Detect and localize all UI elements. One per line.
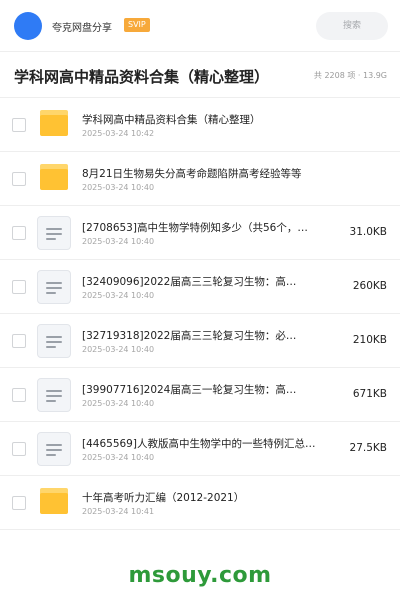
file-date: 2025-03-24 10:40 bbox=[82, 399, 155, 408]
row-checkbox[interactable] bbox=[12, 280, 26, 294]
row-checkbox[interactable] bbox=[12, 118, 26, 132]
row-checkbox[interactable] bbox=[12, 172, 26, 186]
file-name[interactable]: [32409096]2022届高三三轮复习生物：高… bbox=[82, 274, 318, 289]
file-list: 学科网高中精品资料合集（精心整理） 2025-03-24 10:42 8月21日生物… bbox=[0, 98, 400, 530]
file-name[interactable]: [32719318]2022届高三三轮复习生物：必… bbox=[82, 328, 318, 343]
watermark: msouy.com bbox=[128, 563, 272, 588]
file-row[interactable]: 8月21日生物易失分高考命题陷阱高考经验等等 2025-03-24 10:40 bbox=[0, 152, 400, 206]
file-name[interactable]: 学科网高中精品资料合集（精心整理） bbox=[82, 112, 318, 127]
file-date: 2025-03-24 10:40 bbox=[82, 453, 155, 462]
file-row[interactable]: [39907716]2024届高三一轮复习生物：高… 2025-03-24 10:… bbox=[0, 368, 400, 422]
file-row[interactable]: [32409096]2022届高三三轮复习生物：高… 2025-03-24 10:… bbox=[0, 260, 400, 314]
header-bar: 夸克网盘分享 SVIP 搜索 bbox=[0, 0, 400, 52]
file-row[interactable]: [4465569]人教版高中生物学中的一些特例汇总… 2025-03-24 10:… bbox=[0, 422, 400, 476]
row-checkbox[interactable] bbox=[12, 334, 26, 348]
document-icon bbox=[37, 216, 71, 250]
avatar[interactable] bbox=[14, 12, 42, 40]
file-size: 31.0KB bbox=[349, 226, 387, 238]
row-checkbox[interactable] bbox=[12, 226, 26, 240]
page-title: 学科网高中精品资料合集（精心整理） bbox=[14, 68, 270, 86]
document-icon bbox=[37, 432, 71, 466]
folder-title-bar: 学科网高中精品资料合集（精心整理） 共 2208 项 · 13.9G bbox=[0, 52, 400, 98]
file-name[interactable]: 8月21日生物易失分高考命题陷阱高考经验等等 bbox=[82, 166, 318, 181]
file-date: 2025-03-24 10:42 bbox=[82, 129, 155, 138]
file-row[interactable]: 十年高考听力汇编（2012-2021） 2025-03-24 10:41 bbox=[0, 476, 400, 530]
file-size: 260KB bbox=[352, 280, 387, 292]
file-name[interactable]: 十年高考听力汇编（2012-2021） bbox=[82, 490, 318, 505]
file-name[interactable]: [4465569]人教版高中生物学中的一些特例汇总… bbox=[82, 436, 318, 451]
file-row[interactable]: [2708653]高中生物学特例知多少（共56个，… 2025-03-24 10:… bbox=[0, 206, 400, 260]
sharer-name[interactable]: 夸克网盘分享 bbox=[52, 19, 112, 34]
file-date: 2025-03-24 10:40 bbox=[82, 237, 155, 246]
folder-meta: 共 2208 项 · 13.9G bbox=[313, 71, 387, 80]
document-icon bbox=[37, 378, 71, 412]
folder-icon bbox=[40, 164, 68, 190]
file-size: 27.5KB bbox=[349, 442, 387, 454]
svip-badge: SVIP bbox=[124, 18, 150, 32]
file-size: 671KB bbox=[352, 388, 387, 400]
file-date: 2025-03-24 10:40 bbox=[82, 345, 155, 354]
file-row[interactable]: 学科网高中精品资料合集（精心整理） 2025-03-24 10:42 bbox=[0, 98, 400, 152]
file-date: 2025-03-24 10:41 bbox=[82, 507, 155, 516]
file-size: 210KB bbox=[352, 334, 387, 346]
file-row[interactable]: [32719318]2022届高三三轮复习生物：必… 2025-03-24 10:… bbox=[0, 314, 400, 368]
file-name[interactable]: [39907716]2024届高三一轮复习生物：高… bbox=[82, 382, 318, 397]
row-checkbox[interactable] bbox=[12, 388, 26, 402]
folder-icon bbox=[40, 488, 68, 514]
row-checkbox[interactable] bbox=[12, 442, 26, 456]
search-input[interactable]: 搜索 bbox=[316, 12, 388, 40]
file-date: 2025-03-24 10:40 bbox=[82, 291, 155, 300]
document-icon bbox=[37, 270, 71, 304]
file-name[interactable]: [2708653]高中生物学特例知多少（共56个，… bbox=[82, 220, 318, 235]
document-icon bbox=[37, 324, 71, 358]
folder-icon bbox=[40, 110, 68, 136]
file-date: 2025-03-24 10:40 bbox=[82, 183, 155, 192]
row-checkbox[interactable] bbox=[12, 496, 26, 510]
